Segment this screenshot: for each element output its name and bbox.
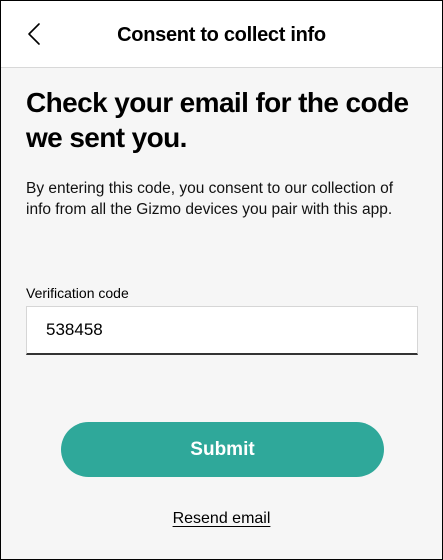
top-bar: Consent to collect info: [1, 1, 442, 68]
verification-code-label: Verification code: [26, 285, 129, 301]
resend-email-link[interactable]: Resend email: [1, 509, 442, 529]
headline: Check your email for the code we sent yo…: [26, 87, 409, 153]
submit-button[interactable]: Submit: [61, 422, 384, 477]
page-title: Consent to collect info: [117, 24, 326, 46]
verification-code-input[interactable]: [26, 306, 418, 355]
consent-description: By entering this code, you consent to ou…: [26, 180, 394, 218]
screen: Consent to collect info Check your email…: [0, 0, 443, 560]
